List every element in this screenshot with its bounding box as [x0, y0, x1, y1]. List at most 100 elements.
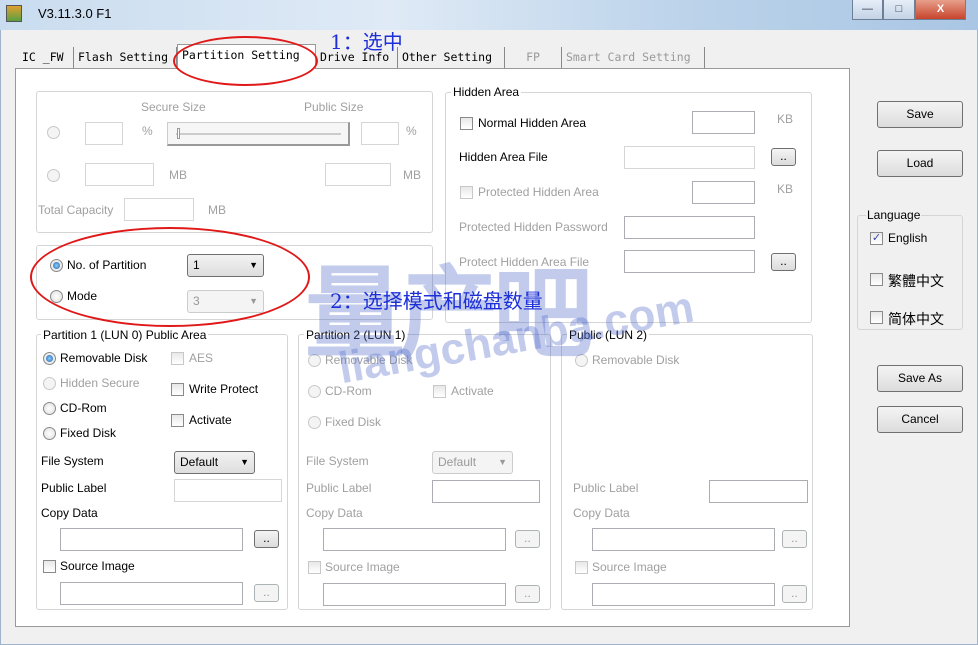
- lun2-source-image-browse-button[interactable]: ..: [782, 585, 807, 603]
- english-label: English: [888, 231, 928, 245]
- lun2-removable-disk-radio[interactable]: [575, 354, 588, 367]
- close-button[interactable]: X: [915, 0, 966, 20]
- tab-other-setting[interactable]: Other Setting: [398, 47, 505, 68]
- protected-hidden-password-label: Protected Hidden Password: [459, 220, 608, 234]
- title-bar: V3.11.3.0 F1 — □ X: [0, 0, 978, 30]
- simplified-chinese-label: 简体中文: [888, 311, 944, 327]
- p1-aes-label: AES: [189, 351, 214, 365]
- p1-copy-data-input[interactable]: [60, 528, 243, 551]
- p2-copy-data-label: Copy Data: [306, 506, 363, 520]
- hidden-area-file-browse-button[interactable]: ..: [771, 148, 796, 166]
- p1-fixed-disk-label: Fixed Disk: [60, 426, 117, 440]
- app-icon: [6, 5, 22, 22]
- p1-copy-data-browse-button[interactable]: ..: [254, 530, 279, 548]
- p1-hidden-secure-label: Hidden Secure: [60, 376, 140, 390]
- hidden-area-file-input[interactable]: [624, 146, 755, 169]
- p2-fixed-disk-radio[interactable]: [308, 416, 321, 429]
- p1-removable-disk-radio[interactable]: [43, 352, 56, 365]
- p1-source-image-input[interactable]: [60, 582, 243, 605]
- p1-public-label-label: Public Label: [41, 481, 107, 495]
- p2-source-image-checkbox[interactable]: [308, 561, 321, 574]
- tab-fp[interactable]: FP: [505, 47, 562, 68]
- p1-activate-label: Activate: [189, 413, 232, 427]
- lun2-public-label-label: Public Label: [573, 481, 639, 495]
- p1-file-system-value: Default: [180, 455, 219, 469]
- lun2-source-image-input[interactable]: [592, 583, 775, 606]
- p1-activate-checkbox[interactable]: [171, 414, 184, 427]
- minimize-button[interactable]: —: [852, 0, 883, 20]
- tab-smart-card-setting[interactable]: Smart Card Setting: [562, 47, 705, 68]
- lun2-removable-disk-label: Removable Disk: [592, 353, 680, 367]
- p2-source-image-browse-button[interactable]: ..: [515, 585, 540, 603]
- protect-hidden-area-file-browse-button[interactable]: ..: [771, 253, 796, 271]
- load-button[interactable]: Load: [877, 150, 963, 177]
- mb-label-2: MB: [403, 168, 421, 182]
- tab-ic-fw[interactable]: IC _FW: [18, 47, 74, 68]
- hidden-area-title: Hidden Area: [451, 85, 522, 99]
- mb-label-3: MB: [208, 203, 226, 217]
- p2-fixed-disk-label: Fixed Disk: [325, 415, 382, 429]
- protect-hidden-area-file-input[interactable]: [624, 250, 755, 273]
- secure-percent-input[interactable]: [85, 122, 123, 145]
- secure-mb-input[interactable]: [85, 163, 154, 186]
- p1-aes-checkbox[interactable]: [171, 352, 184, 365]
- p2-activate-checkbox[interactable]: [433, 385, 446, 398]
- normal-hidden-area-label: Normal Hidden Area: [478, 116, 587, 130]
- total-capacity-input[interactable]: [124, 198, 194, 221]
- p1-source-image-checkbox[interactable]: [43, 560, 56, 573]
- p2-source-image-label: Source Image: [325, 560, 400, 574]
- p1-hidden-secure-radio[interactable]: [43, 377, 56, 390]
- save-as-button[interactable]: Save As: [877, 365, 963, 392]
- lun2-public-label-input[interactable]: [709, 480, 808, 503]
- p1-file-system-select[interactable]: Default ▼: [174, 451, 255, 474]
- mb-label: MB: [169, 168, 187, 182]
- p2-cd-rom-label: CD-Rom: [325, 384, 372, 398]
- p1-cd-rom-label: CD-Rom: [60, 401, 107, 415]
- p1-public-label-input[interactable]: [174, 479, 282, 502]
- public-percent-input[interactable]: [361, 122, 399, 145]
- p2-file-system-select[interactable]: Default ▼: [432, 451, 513, 474]
- normal-hidden-area-size-input[interactable]: [692, 111, 755, 134]
- p1-source-image-label: Source Image: [60, 559, 135, 573]
- p2-public-label-input[interactable]: [432, 480, 540, 503]
- mb-radio[interactable]: [47, 169, 60, 182]
- normal-hidden-area-checkbox[interactable]: [460, 117, 473, 130]
- partition1-title: Partition 1 (LUN 0) Public Area: [41, 328, 209, 342]
- public-size-label: Public Size: [304, 100, 364, 114]
- lun2-copy-data-browse-button[interactable]: ..: [782, 530, 807, 548]
- p1-cd-rom-radio[interactable]: [43, 402, 56, 415]
- simplified-chinese-checkbox[interactable]: [870, 311, 883, 324]
- p2-public-label-label: Public Label: [306, 481, 372, 495]
- p2-copy-data-browse-button[interactable]: ..: [515, 530, 540, 548]
- lun2-copy-data-input[interactable]: [592, 528, 775, 551]
- partition2-title: Partition 2 (LUN 1): [304, 328, 408, 342]
- save-button[interactable]: Save: [877, 101, 963, 128]
- tab-flash-setting[interactable]: Flash Setting: [74, 47, 177, 68]
- window-title: V3.11.3.0 F1: [38, 6, 112, 21]
- protected-hidden-area-size-input[interactable]: [692, 181, 755, 204]
- protected-hidden-area-checkbox[interactable]: [460, 186, 473, 199]
- p2-copy-data-input[interactable]: [323, 528, 506, 551]
- p1-write-protect-label: Write Protect: [189, 382, 259, 396]
- p1-write-protect-checkbox[interactable]: [171, 383, 184, 396]
- slider-thumb[interactable]: [177, 128, 180, 139]
- lun2-source-image-checkbox[interactable]: [575, 561, 588, 574]
- p2-removable-disk-radio[interactable]: [308, 354, 321, 367]
- public-mb-input[interactable]: [325, 163, 391, 186]
- p1-source-image-browse-button[interactable]: ..: [254, 584, 279, 602]
- protected-hidden-password-input[interactable]: [624, 216, 755, 239]
- chevron-down-icon: ▼: [240, 457, 249, 467]
- protected-hidden-area-label: Protected Hidden Area: [478, 185, 599, 199]
- size-slider[interactable]: [167, 122, 350, 146]
- annotation-step2: 2：选择模式和磁盘数量: [330, 289, 543, 313]
- tab-highlight-ellipse: [173, 36, 318, 86]
- lun2-source-image-label: Source Image: [592, 560, 667, 574]
- maximize-button[interactable]: □: [883, 0, 915, 20]
- english-checkbox[interactable]: ✓: [870, 232, 883, 245]
- p1-fixed-disk-radio[interactable]: [43, 427, 56, 440]
- percent-radio[interactable]: [47, 126, 60, 139]
- p2-cd-rom-radio[interactable]: [308, 385, 321, 398]
- cancel-button[interactable]: Cancel: [877, 406, 963, 433]
- p2-source-image-input[interactable]: [323, 583, 506, 606]
- traditional-chinese-checkbox[interactable]: [870, 273, 883, 286]
